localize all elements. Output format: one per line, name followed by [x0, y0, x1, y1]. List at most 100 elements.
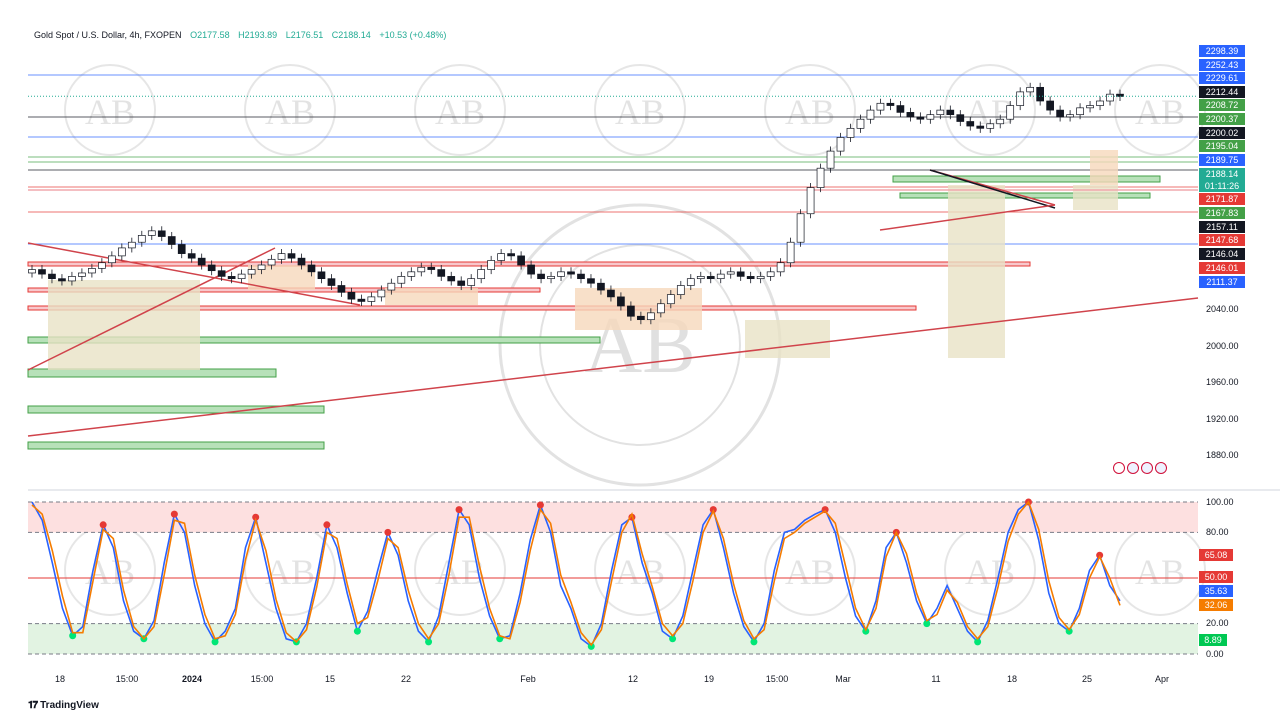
time-tick-label: Feb: [520, 674, 536, 684]
candle-body: [966, 121, 975, 127]
flag-us-icon[interactable]: [1155, 462, 1167, 474]
candle-body: [607, 289, 615, 298]
indicator-flags[interactable]: [1113, 462, 1167, 474]
candle-body: [337, 285, 346, 293]
time-tick-label: 15:00: [765, 674, 789, 684]
candle-body: [28, 269, 36, 274]
price-tick-label: 1880.00: [1206, 450, 1239, 460]
price-badge[interactable]: 2195.04: [1199, 140, 1245, 152]
price-badge[interactable]: 2167.83: [1199, 207, 1245, 219]
price-badge-value: 2252.43: [1205, 60, 1239, 70]
chart-canvas[interactable]: AB AB AB AB AB AB ABAB AB AB AB AB AB ABAB: [0, 0, 1280, 720]
price-tick-label: 1920.00: [1206, 414, 1239, 424]
candle-body: [926, 114, 935, 120]
tradingview-logo[interactable]: 𝟏𝟕 TradingView: [28, 700, 99, 711]
candle-body: [157, 230, 166, 237]
candle-body: [317, 271, 326, 280]
price-badge-value: 2208.72: [1205, 100, 1239, 110]
candle-body: [277, 253, 286, 260]
price-badge-value: 2229.61: [1205, 73, 1239, 83]
price-badge[interactable]: 2200.37: [1199, 113, 1245, 125]
candle-body: [367, 296, 376, 302]
sell-signal-dot: [99, 521, 107, 529]
candle-body: [836, 137, 845, 152]
candle-body: [457, 280, 466, 286]
candle-body: [48, 273, 56, 280]
candle-body: [706, 276, 715, 280]
candle-body: [207, 264, 216, 272]
price-badge[interactable]: 2252.43: [1199, 59, 1245, 71]
candle-body: [357, 298, 366, 302]
price-badge[interactable]: 2298.39: [1199, 45, 1245, 57]
watermark-logo: AB: [265, 92, 315, 132]
change-value: +10.53 (+0.48%): [379, 30, 447, 40]
position-box: [1090, 150, 1118, 185]
high-value: H2193.89: [238, 30, 278, 40]
candle-body: [217, 270, 226, 277]
candle-body: [137, 235, 146, 243]
oscillator-badge[interactable]: 50.00: [1199, 571, 1233, 583]
flag-us-icon[interactable]: [1141, 462, 1153, 474]
price-badge[interactable]: 2146.04: [1199, 248, 1245, 260]
price-badge[interactable]: 2111.37: [1199, 276, 1245, 288]
oversold-band: [28, 623, 1198, 654]
price-badge-value: 2200.02: [1205, 128, 1239, 138]
candle-body: [1026, 86, 1035, 93]
time-tick-label: 15: [324, 674, 336, 684]
price-badge[interactable]: 2157.11: [1199, 221, 1245, 233]
candle-body: [1096, 100, 1104, 106]
price-badge[interactable]: 2146.01: [1199, 262, 1245, 274]
candle-body: [427, 266, 436, 270]
countdown-label: 01:11:26: [1204, 181, 1240, 191]
time-tick-label: Apr: [1154, 674, 1170, 684]
candle-body: [656, 303, 665, 314]
price-badge-value: 2157.11: [1206, 222, 1238, 232]
candle-body: [876, 102, 885, 111]
watermark-logo: AB: [85, 92, 135, 132]
candle-body: [846, 127, 855, 138]
candle-body: [197, 257, 206, 266]
candle-body: [986, 123, 995, 129]
brand-label: TradingView: [40, 700, 99, 711]
price-badge-value: 2212.44: [1205, 87, 1239, 97]
price-badge[interactable]: 2147.68: [1199, 234, 1245, 246]
price-badge[interactable]: 2229.61: [1199, 72, 1245, 84]
oscillator-badge[interactable]: 65.08: [1199, 549, 1233, 561]
sell-signal-dot: [536, 501, 544, 509]
candle-body: [916, 116, 925, 120]
candle-body: [147, 230, 156, 236]
price-badge[interactable]: 2200.02: [1199, 127, 1245, 139]
candle-body: [467, 278, 476, 286]
candle-body: [517, 255, 525, 266]
price-badge[interactable]: 2189.75: [1199, 154, 1245, 166]
lightning-icon[interactable]: [1113, 462, 1125, 474]
price-badge[interactable]: 2188.14 01:11:26: [1199, 168, 1245, 192]
price-badge-value: 2146.01: [1205, 263, 1239, 273]
time-tick-label: 19: [703, 674, 715, 684]
watermark-logo: AB: [615, 552, 665, 592]
candle-body: [856, 118, 865, 129]
oscillator-badge[interactable]: 8.89: [1199, 634, 1227, 646]
oscillator-badge[interactable]: 35.63: [1199, 585, 1233, 597]
candle-body: [776, 262, 785, 273]
candle-body: [826, 150, 835, 169]
candle-body: [477, 269, 486, 280]
price-badge-value: 2200.37: [1205, 114, 1239, 124]
candle-body: [127, 241, 136, 249]
price-badge[interactable]: 2208.72: [1199, 99, 1245, 111]
candle-body: [766, 271, 775, 277]
oscillator-badge[interactable]: 32.06: [1199, 599, 1233, 611]
candle-body: [696, 276, 705, 280]
position-box: [948, 185, 1005, 358]
candle-body: [78, 272, 86, 277]
symbol-header: Gold Spot / U.S. Dollar, 4h, FXOPEN O217…: [34, 30, 452, 40]
price-badge[interactable]: 2171.87: [1199, 193, 1245, 205]
candle-body: [567, 271, 575, 275]
candle-body: [886, 102, 895, 106]
candle-body: [666, 294, 675, 305]
candle-body: [746, 276, 755, 280]
price-badge[interactable]: 2212.44: [1199, 86, 1245, 98]
price-tick-label: 2040.00: [1206, 304, 1239, 314]
flag-us-icon[interactable]: [1127, 462, 1139, 474]
time-tick-label: Mar: [835, 674, 851, 684]
